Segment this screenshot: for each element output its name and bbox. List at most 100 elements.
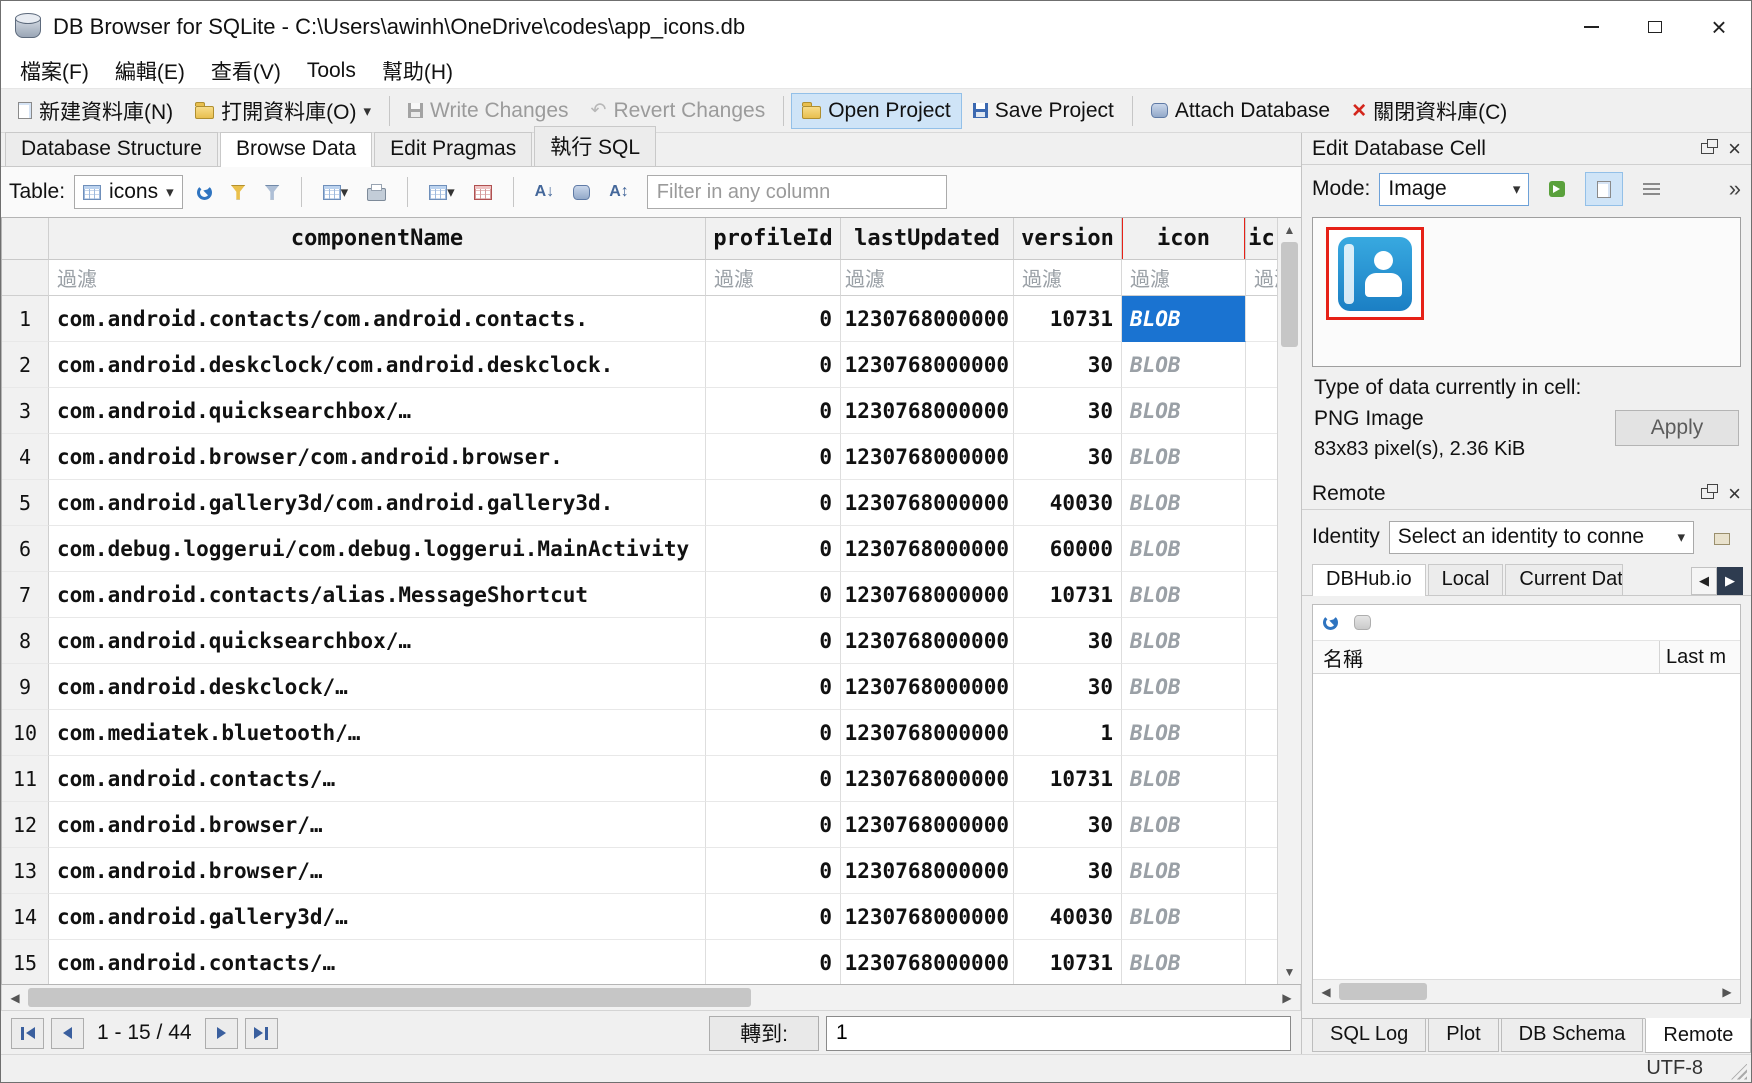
cell-lastUpdated[interactable]: 1230768000000	[841, 342, 1014, 388]
cell-lastUpdated[interactable]: 1230768000000	[841, 894, 1014, 940]
column-header-version[interactable]: version	[1014, 218, 1122, 260]
row-number-cell[interactable]: 6	[2, 526, 49, 572]
column-header-componentName[interactable]: componentName	[49, 218, 706, 260]
cell-version[interactable]: 30	[1014, 802, 1122, 848]
row-number-cell[interactable]: 4	[2, 434, 49, 480]
cell-version[interactable]: 30	[1014, 388, 1122, 434]
cell-clipped[interactable]	[1246, 848, 1277, 894]
cell-componentName[interactable]: com.android.contacts/com.android.contact…	[49, 296, 706, 342]
table-select[interactable]: icons ▾	[74, 175, 183, 209]
cell-icon-blob[interactable]: BLOB	[1122, 434, 1246, 480]
minimize-button[interactable]	[1559, 1, 1623, 53]
cell-lastUpdated[interactable]: 1230768000000	[841, 526, 1014, 572]
tab-edit-pragmas[interactable]: Edit Pragmas	[374, 132, 532, 166]
cell-icon-blob[interactable]: BLOB	[1122, 848, 1246, 894]
cell-lastUpdated[interactable]: 1230768000000	[841, 572, 1014, 618]
columns-button[interactable]	[568, 181, 595, 204]
scrollbar-track[interactable]	[28, 985, 1274, 1010]
delete-record-button[interactable]	[469, 181, 497, 204]
import-certificate-button[interactable]	[1703, 520, 1741, 554]
cell-icon-blob[interactable]: BLOB	[1122, 526, 1246, 572]
cell-profileId[interactable]: 0	[706, 296, 841, 342]
tab-dbhub[interactable]: DBHub.io	[1312, 564, 1426, 596]
cell-version[interactable]: 40030	[1014, 480, 1122, 526]
cell-clipped[interactable]	[1246, 940, 1277, 984]
previous-record-button[interactable]	[51, 1018, 84, 1049]
cell-componentName[interactable]: com.mediatek.bluetooth/…	[49, 710, 706, 756]
row-number-cell[interactable]: 8	[2, 618, 49, 664]
cell-clipped[interactable]	[1246, 710, 1277, 756]
column-header-icon[interactable]: icon	[1122, 218, 1246, 260]
cell-version[interactable]: 30	[1014, 664, 1122, 710]
cell-lastUpdated[interactable]: 1230768000000	[841, 434, 1014, 480]
close-panel-icon[interactable]: ×	[1728, 138, 1741, 160]
cell-lastUpdated[interactable]: 1230768000000	[841, 756, 1014, 802]
scroll-right-arrow[interactable]: ▶	[1274, 985, 1300, 1010]
tab-plot[interactable]: Plot	[1428, 1019, 1498, 1052]
cell-clipped[interactable]	[1246, 342, 1277, 388]
cell-profileId[interactable]: 0	[706, 342, 841, 388]
cell-icon-blob[interactable]: BLOB	[1122, 710, 1246, 756]
row-number-cell[interactable]: 1	[2, 296, 49, 342]
toolbar-overflow-icon[interactable]: »	[1729, 176, 1741, 202]
scrollbar-thumb[interactable]	[1339, 983, 1427, 1000]
float-panel-icon[interactable]	[1701, 488, 1714, 499]
column-header-profileId[interactable]: profileId	[706, 218, 841, 260]
cell-clipped[interactable]	[1246, 894, 1277, 940]
cell-profileId[interactable]: 0	[706, 848, 841, 894]
resize-grip[interactable]	[1731, 1064, 1747, 1080]
menu-help[interactable]: 幫助(H)	[369, 53, 466, 89]
horizontal-scrollbar[interactable]: ◀ ▶	[1313, 979, 1740, 1003]
open-in-editor-button[interactable]	[1585, 172, 1623, 206]
column-header-last-modified[interactable]: Last m	[1660, 641, 1740, 673]
tab-db-schema[interactable]: DB Schema	[1501, 1019, 1644, 1052]
cell-icon-blob[interactable]: BLOB	[1122, 618, 1246, 664]
maximize-button[interactable]	[1623, 1, 1687, 53]
save-table-button[interactable]: ▾	[318, 179, 354, 205]
cell-componentName[interactable]: com.android.contacts/alias.MessageShortc…	[49, 572, 706, 618]
cell-icon-blob[interactable]: BLOB	[1122, 296, 1246, 342]
goto-record-input[interactable]	[826, 1016, 1291, 1051]
tab-database-structure[interactable]: Database Structure	[5, 132, 218, 166]
clear-filters-button[interactable]	[226, 181, 251, 204]
cell-version[interactable]: 30	[1014, 434, 1122, 480]
row-number-cell[interactable]: 12	[2, 802, 49, 848]
cell-icon-blob[interactable]: BLOB	[1122, 894, 1246, 940]
cell-lastUpdated[interactable]: 1230768000000	[841, 664, 1014, 710]
cell-lastUpdated[interactable]: 1230768000000	[841, 940, 1014, 984]
scrollbar-thumb[interactable]	[28, 988, 751, 1007]
remote-file-list[interactable]	[1313, 674, 1740, 979]
cell-componentName[interactable]: com.android.deskclock/…	[49, 664, 706, 710]
insert-record-button[interactable]: ▾	[424, 179, 460, 205]
cell-version[interactable]: 30	[1014, 848, 1122, 894]
cell-version[interactable]: 10731	[1014, 296, 1122, 342]
tab-execute-sql[interactable]: 執行 SQL	[534, 126, 656, 166]
identity-select[interactable]: Select an identity to conne ▾	[1389, 521, 1694, 554]
menu-edit[interactable]: 編輯(E)	[102, 53, 198, 89]
cell-componentName[interactable]: com.android.quicksearchbox/…	[49, 388, 706, 434]
new-database-button[interactable]: 新建資料庫(N)	[7, 90, 184, 132]
row-number-cell[interactable]: 5	[2, 480, 49, 526]
vertical-scrollbar[interactable]: ▲ ▼	[1277, 218, 1301, 984]
cell-version[interactable]: 10731	[1014, 756, 1122, 802]
cell-componentName[interactable]: com.android.browser/…	[49, 848, 706, 894]
cell-icon-blob[interactable]: BLOB	[1122, 664, 1246, 710]
filter-input-clipped[interactable]: 過濾	[1246, 260, 1277, 296]
clone-database-icon[interactable]	[1354, 615, 1371, 630]
cell-lastUpdated[interactable]: 1230768000000	[841, 802, 1014, 848]
tab-current-database[interactable]: Current Dat	[1505, 564, 1623, 595]
tab-browse-data[interactable]: Browse Data	[220, 132, 372, 167]
cell-profileId[interactable]: 0	[706, 756, 841, 802]
cell-lastUpdated[interactable]: 1230768000000	[841, 848, 1014, 894]
write-changes-button[interactable]: Write Changes	[397, 93, 580, 129]
cell-clipped[interactable]	[1246, 434, 1277, 480]
cell-icon-blob[interactable]: BLOB	[1122, 940, 1246, 984]
filter-input-version[interactable]: 過濾	[1014, 260, 1122, 296]
cell-clipped[interactable]	[1246, 296, 1277, 342]
cell-clipped[interactable]	[1246, 572, 1277, 618]
cell-lastUpdated[interactable]: 1230768000000	[841, 388, 1014, 434]
revert-changes-button[interactable]: ↶ Revert Changes	[580, 93, 777, 129]
last-record-button[interactable]	[245, 1018, 278, 1049]
cell-componentName[interactable]: com.debug.loggerui/com.debug.loggerui.Ma…	[49, 526, 706, 572]
cell-version[interactable]: 10731	[1014, 940, 1122, 984]
